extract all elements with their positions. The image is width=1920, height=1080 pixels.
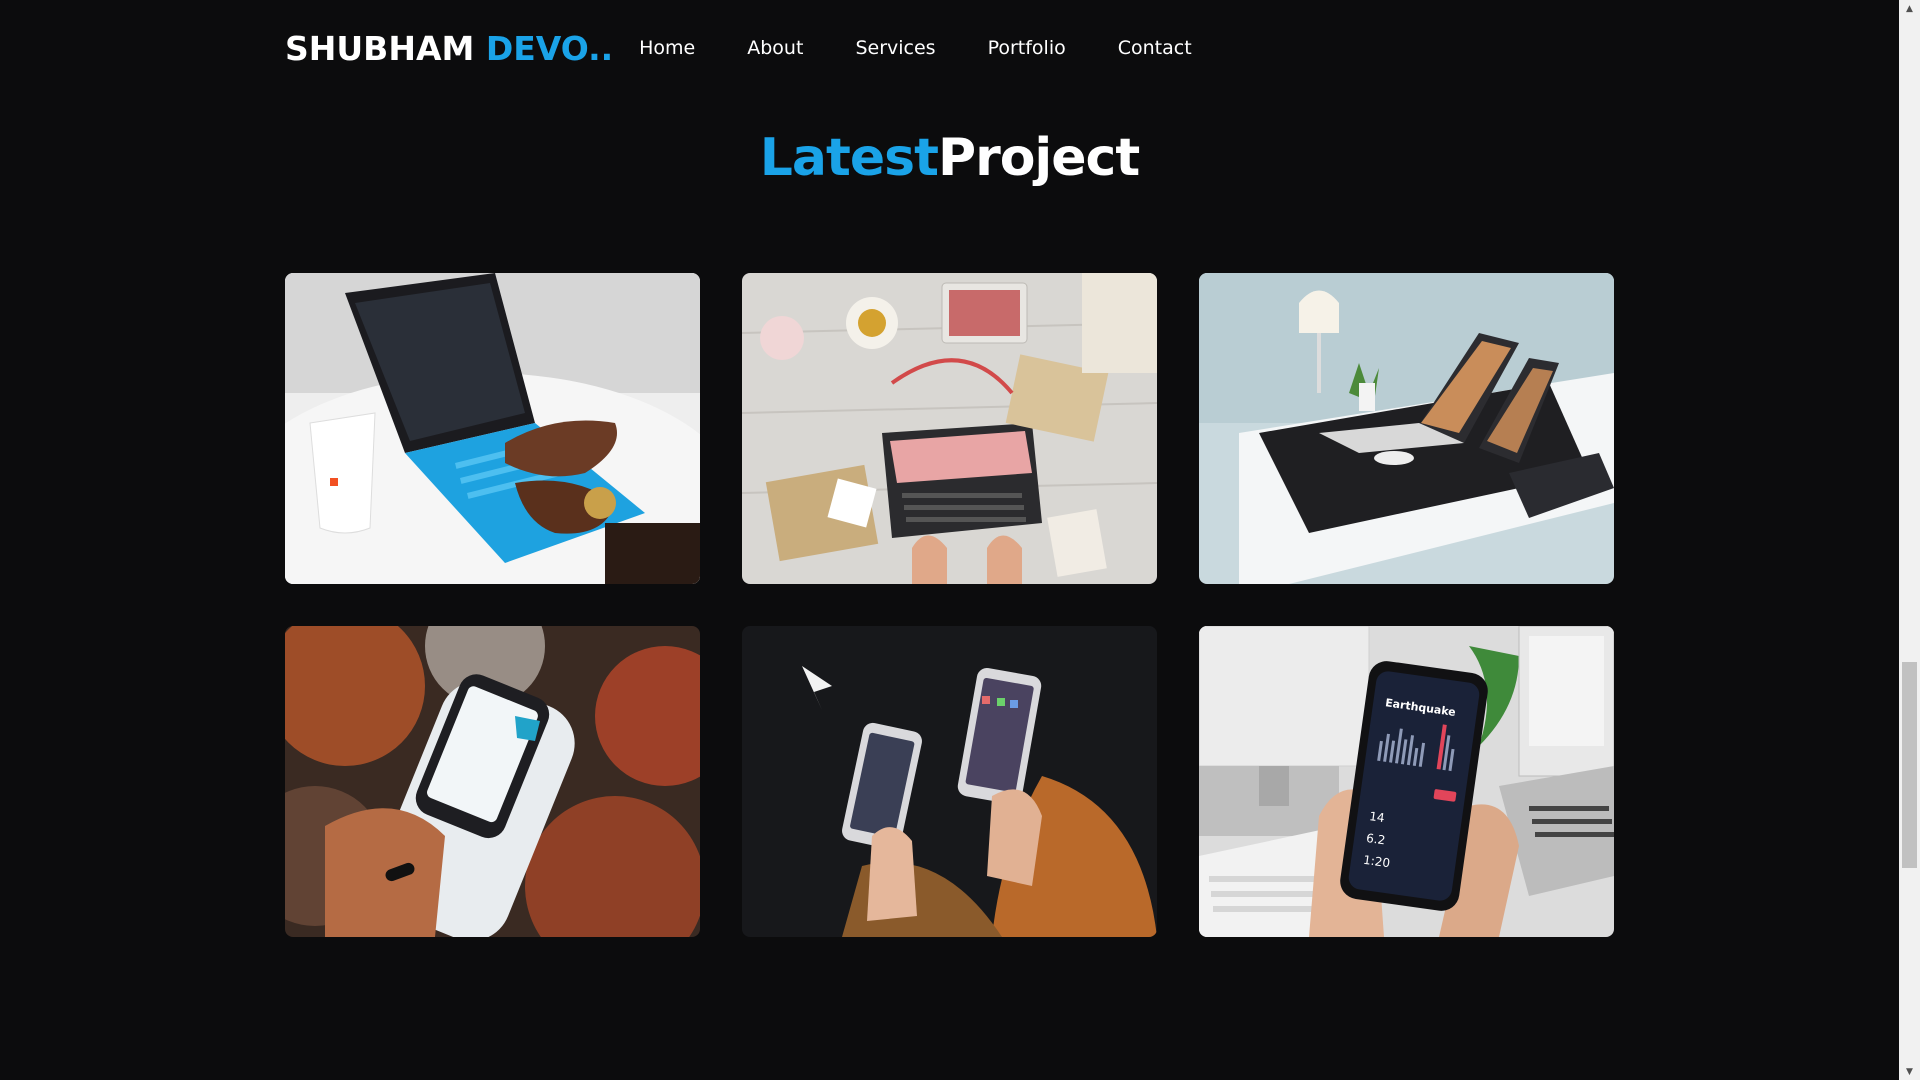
project-card-4[interactable] bbox=[285, 626, 700, 937]
scroll-up-icon[interactable]: ▲ bbox=[1899, 0, 1920, 17]
smartphones-image bbox=[742, 626, 1157, 937]
earthquake-app-image: Earthquake 14 6.2 1:20 bbox=[1199, 626, 1614, 937]
main-nav: Home About Services Portfolio Contact bbox=[639, 37, 1192, 59]
project-card-3[interactable] bbox=[1199, 273, 1614, 584]
project-card-2[interactable] bbox=[742, 273, 1157, 584]
laptop-typing-image bbox=[285, 273, 700, 584]
site-header: SHUBHAM DEVO.. Home About Services Portf… bbox=[285, 18, 1192, 78]
stat-2: 6.2 bbox=[1365, 831, 1386, 848]
project-card-6[interactable]: Earthquake 14 6.2 1:20 bbox=[1199, 626, 1614, 937]
project-card-5[interactable] bbox=[742, 626, 1157, 937]
stat-1: 14 bbox=[1368, 809, 1385, 825]
workspace-desk-image bbox=[1199, 273, 1614, 584]
scroll-down-icon[interactable]: ▼ bbox=[1899, 1063, 1920, 1080]
page: SHUBHAM DEVO.. Home About Services Portf… bbox=[0, 0, 1920, 1080]
project-card-1[interactable] bbox=[285, 273, 700, 584]
section-title-main: Project bbox=[937, 128, 1140, 188]
nav-about[interactable]: About bbox=[747, 37, 803, 59]
section-title: LatestProject bbox=[0, 128, 1899, 188]
nav-home[interactable]: Home bbox=[639, 37, 695, 59]
handheld-scanner-image bbox=[285, 626, 700, 937]
brand-logo[interactable]: SHUBHAM DEVO.. bbox=[285, 29, 613, 68]
project-grid: Earthquake 14 6.2 1:20 bbox=[285, 273, 1615, 937]
desk-flatlay-image bbox=[742, 273, 1157, 584]
brand-name-accent: DEVO.. bbox=[485, 28, 614, 68]
brand-name: SHUBHAM bbox=[285, 28, 475, 68]
nav-portfolio[interactable]: Portfolio bbox=[988, 37, 1066, 59]
section-title-accent: Latest bbox=[759, 128, 939, 188]
nav-services[interactable]: Services bbox=[855, 37, 935, 59]
vertical-scrollbar[interactable]: ▲ ▼ bbox=[1899, 0, 1920, 1080]
nav-contact[interactable]: Contact bbox=[1118, 37, 1192, 59]
scroll-thumb[interactable] bbox=[1902, 662, 1917, 868]
viewport: SHUBHAM DEVO.. Home About Services Portf… bbox=[0, 0, 1899, 1064]
